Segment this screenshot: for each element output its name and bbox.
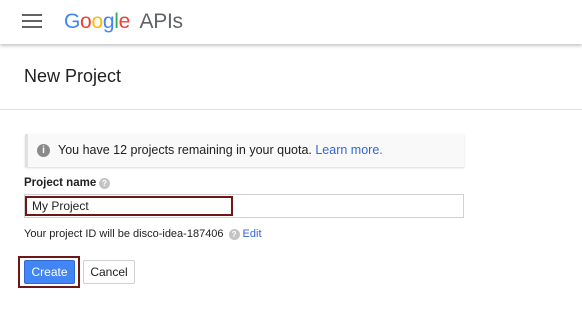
cancel-button[interactable]: Cancel [83,260,135,284]
page-header: New Project [0,44,582,110]
logo-letter: o [91,10,103,33]
edit-project-id-link[interactable]: Edit [243,228,262,240]
create-button[interactable]: Create [24,260,75,284]
project-name-field-wrapper [24,194,464,218]
project-name-label: Project name [24,177,97,189]
quota-notice-text: You have 12 projects remaining in your q… [58,143,312,157]
logo-letter: g [102,10,115,33]
logo-letter: G [64,10,81,33]
logo-letter: o [80,10,92,33]
top-app-bar: Google APIs [0,0,582,44]
project-id-row: Your project ID will be disco-idea-18740… [24,228,262,240]
logo-suffix: APIs [139,10,183,33]
page-title: New Project [24,66,122,86]
question-mark-icon[interactable]: ? [228,228,240,240]
google-wordmark: Google [64,10,136,33]
learn-more-link[interactable]: Learn more. [315,143,382,157]
question-mark-icon[interactable]: ? [99,178,110,189]
hamburger-menu-icon[interactable] [22,13,42,29]
google-apis-logo[interactable]: Google APIs [64,9,183,35]
info-icon: i [37,144,50,157]
logo-letter: e [118,10,131,33]
project-name-input[interactable] [25,195,463,217]
project-id-text: Your project ID will be disco-idea-18740… [24,228,224,240]
quota-notice: i You have 12 projects remaining in your… [25,134,464,167]
